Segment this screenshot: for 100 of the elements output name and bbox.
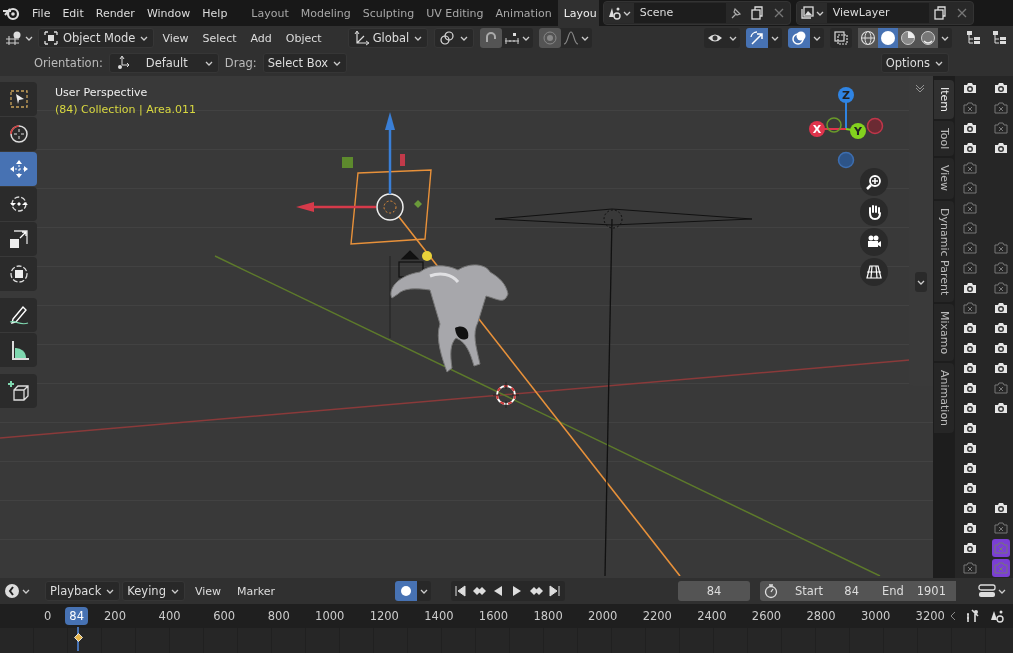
sidebar-tab[interactable]: Tool bbox=[934, 121, 954, 157]
menu-item[interactable]: View bbox=[156, 28, 195, 48]
perspective-toggle-button[interactable] bbox=[860, 258, 888, 286]
sidebar-tab[interactable]: Dynamic Parent bbox=[934, 200, 954, 302]
shading-mode-button[interactable] bbox=[898, 28, 918, 48]
render-toggle[interactable] bbox=[992, 259, 1010, 277]
editor-type-icon bbox=[5, 30, 23, 46]
menu-item[interactable]: Edit bbox=[56, 3, 90, 23]
workspace-tab[interactable]: Layou bbox=[557, 0, 599, 26]
tool-button[interactable] bbox=[0, 222, 37, 256]
sidebar-tab[interactable]: Item bbox=[934, 80, 954, 120]
menu-item[interactable]: Add bbox=[244, 28, 278, 48]
axis-handle[interactable]: Z bbox=[838, 87, 854, 103]
pan-button[interactable] bbox=[860, 198, 888, 226]
render-toggle[interactable] bbox=[992, 279, 1010, 297]
tool-button[interactable] bbox=[0, 117, 37, 151]
rendered-shading-icon bbox=[920, 30, 936, 46]
camera-icon bbox=[993, 500, 1009, 516]
workspace-tab[interactable]: Modeling bbox=[294, 0, 357, 26]
view-name-label: User Perspective bbox=[55, 85, 149, 101]
menu-item[interactable]: Window bbox=[140, 3, 197, 23]
axis-handle[interactable]: Y bbox=[850, 123, 866, 139]
menu-dropdown[interactable]: Keying bbox=[122, 581, 185, 601]
render-toggle[interactable] bbox=[992, 99, 1010, 117]
pivot-dropdown[interactable] bbox=[434, 28, 475, 48]
camera-disabled-icon bbox=[993, 560, 1009, 576]
camera-icon bbox=[962, 120, 978, 136]
menu-item[interactable]: Help bbox=[196, 3, 234, 23]
tool-button[interactable] bbox=[0, 374, 37, 408]
frame-number: 2800 bbox=[806, 609, 836, 623]
workspace-tab[interactable]: Sculpting bbox=[356, 0, 421, 26]
playhead-frame-marker[interactable]: 84 bbox=[65, 607, 88, 625]
orientation-dropdown[interactable]: Default bbox=[108, 53, 219, 73]
render-toggle[interactable] bbox=[961, 199, 979, 217]
plane-handle-icon bbox=[400, 154, 405, 166]
render-toggle[interactable] bbox=[992, 239, 1010, 257]
render-toggle[interactable] bbox=[961, 239, 979, 257]
shading-mode-button[interactable] bbox=[878, 28, 898, 48]
menu-item[interactable]: View bbox=[188, 581, 228, 601]
overlay-toggle[interactable] bbox=[788, 28, 810, 48]
tool-button[interactable] bbox=[0, 298, 37, 332]
scale-icon bbox=[7, 228, 30, 250]
options-dropdown[interactable]: Options bbox=[880, 53, 949, 73]
sidebar-tab[interactable]: View bbox=[934, 158, 954, 199]
frame-number: 2000 bbox=[588, 609, 618, 623]
sidebar-tab[interactable]: Mixamo bbox=[934, 303, 954, 361]
render-toggle[interactable] bbox=[961, 99, 979, 117]
render-toggle[interactable] bbox=[992, 519, 1010, 537]
current-frame-field[interactable]: 84 bbox=[678, 581, 750, 601]
blender-logo-icon bbox=[2, 5, 20, 21]
menu-dropdown[interactable]: Playback bbox=[45, 581, 121, 601]
menu-item[interactable]: Marker bbox=[231, 581, 282, 601]
proportional-edit-toggle[interactable] bbox=[539, 28, 562, 48]
shading-mode-button[interactable] bbox=[858, 28, 878, 48]
snap-toggle[interactable] bbox=[480, 28, 503, 48]
frame-number: 1200 bbox=[369, 609, 399, 623]
next-keyframe-icon bbox=[529, 584, 544, 598]
camera-disabled-icon bbox=[993, 520, 1009, 536]
workspace-tab[interactable]: Animation bbox=[489, 0, 558, 26]
orientation-dropdown[interactable]: Global bbox=[347, 28, 429, 48]
workspace-tab[interactable]: UV Editing bbox=[420, 0, 490, 26]
camera-icon bbox=[962, 400, 978, 416]
render-toggle[interactable] bbox=[961, 159, 979, 177]
camera-icon bbox=[993, 340, 1009, 356]
camera-icon bbox=[962, 320, 978, 336]
render-toggle[interactable] bbox=[961, 179, 979, 197]
menu-item[interactable]: Object bbox=[279, 28, 328, 48]
sidebar-tab[interactable]: Animation bbox=[934, 363, 954, 434]
frame-number: 3200 bbox=[915, 609, 945, 623]
camera-icon bbox=[962, 280, 978, 296]
camera-view-button[interactable] bbox=[860, 228, 888, 256]
render-toggle[interactable] bbox=[992, 559, 1010, 577]
axis-handle[interactable]: X bbox=[809, 121, 825, 137]
proportional-edit-icon bbox=[542, 30, 559, 46]
render-toggle[interactable] bbox=[992, 539, 1010, 557]
filter-list-icon bbox=[991, 30, 1007, 46]
drag-dropdown[interactable]: Select Box bbox=[262, 53, 348, 73]
render-toggle[interactable] bbox=[961, 299, 979, 317]
auto-keying-toggle[interactable] bbox=[394, 581, 417, 601]
tool-button[interactable] bbox=[0, 257, 37, 291]
tool-button[interactable] bbox=[0, 187, 37, 221]
zoom-button[interactable] bbox=[860, 168, 888, 196]
camera-disabled-icon bbox=[962, 220, 978, 236]
render-toggle[interactable] bbox=[961, 559, 979, 577]
menu-item[interactable]: Select bbox=[196, 28, 243, 48]
camera-icon bbox=[993, 80, 1009, 96]
render-toggle[interactable] bbox=[961, 219, 979, 237]
workspace-tab[interactable]: Layout bbox=[245, 0, 295, 26]
gizmo-toggle[interactable] bbox=[746, 28, 768, 48]
mode-dropdown[interactable]: Object Mode bbox=[38, 28, 155, 48]
tool-button[interactable] bbox=[0, 333, 37, 367]
sidebar-toggle-button[interactable] bbox=[915, 272, 927, 292]
render-toggle[interactable] bbox=[961, 259, 979, 277]
camera-disabled-icon bbox=[962, 300, 978, 316]
shading-mode-button[interactable] bbox=[918, 28, 938, 48]
render-toggle[interactable] bbox=[992, 119, 1010, 137]
menu-item[interactable]: Render bbox=[89, 3, 141, 23]
menu-item[interactable]: File bbox=[26, 3, 57, 23]
render-toggle[interactable] bbox=[992, 379, 1010, 397]
camera-disabled-icon bbox=[962, 560, 978, 576]
